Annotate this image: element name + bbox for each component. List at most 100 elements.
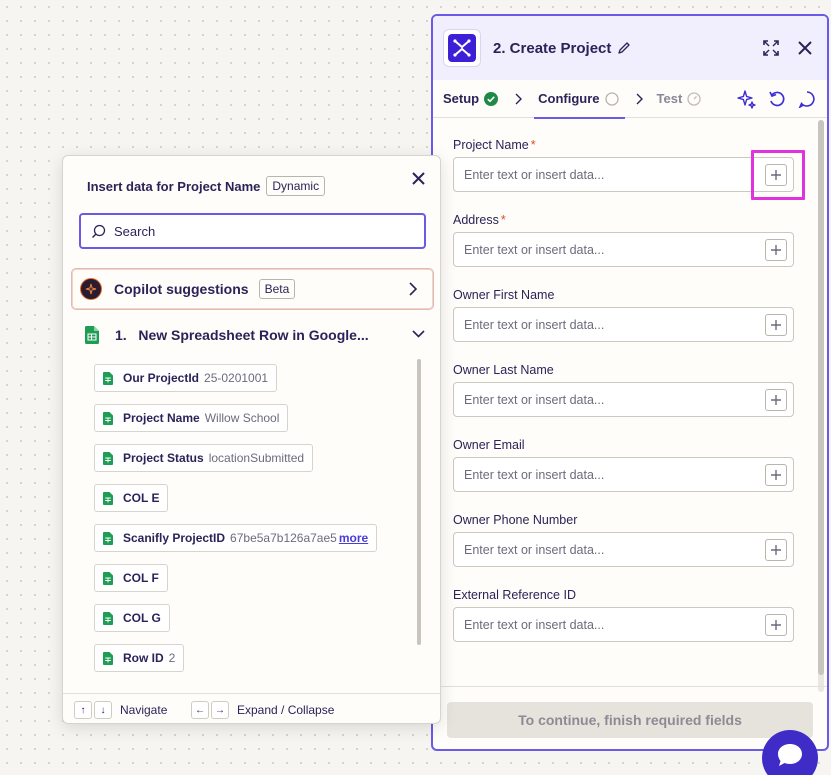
list-scrollbar[interactable] [417, 359, 421, 645]
comment-icon[interactable] [797, 89, 817, 109]
address-input[interactable] [464, 242, 744, 257]
plus-icon [771, 395, 781, 405]
copilot-icon [80, 278, 102, 300]
insert-data-button[interactable] [765, 239, 787, 261]
undo-icon[interactable] [767, 89, 787, 109]
item-key: COL G [123, 611, 161, 625]
item-key: COL F [123, 571, 159, 585]
google-sheets-icon [103, 451, 113, 465]
owner-phone-input-box [453, 532, 794, 567]
trigger-group-header[interactable]: 1. New Spreadsheet Row in Google... [85, 326, 425, 344]
close-icon[interactable] [795, 38, 815, 58]
check-circle-icon [484, 91, 499, 106]
tab-test-label: Test [656, 91, 683, 106]
app-logo [443, 29, 481, 67]
insert-data-popover: Insert data for Project Name Dynamic Cop… [62, 155, 441, 724]
data-item[interactable]: Scanifly ProjectID 67be5a7b126a7ae5 more [94, 524, 378, 552]
data-item[interactable]: Project Name Willow School [94, 404, 289, 432]
insert-data-button[interactable] [765, 389, 787, 411]
step-header: 2. Create Project [433, 16, 827, 80]
owner-phone-input[interactable] [464, 542, 744, 557]
ai-sparkle-icon[interactable] [737, 89, 757, 109]
field-address: Address * [453, 213, 807, 288]
required-marker: * [530, 138, 536, 152]
edit-pencil-icon[interactable] [617, 41, 631, 55]
data-item[interactable]: COL F [94, 564, 168, 592]
form-scrollbar-thumb[interactable] [818, 120, 824, 675]
tab-test[interactable]: Test [657, 80, 702, 118]
step-title[interactable]: 2. Create Project [493, 40, 611, 57]
plus-icon [771, 545, 781, 555]
insert-data-button[interactable] [765, 614, 787, 636]
owner-email-input[interactable] [464, 467, 744, 482]
navigate-label: Navigate [120, 703, 168, 717]
external-reference-input[interactable] [464, 617, 744, 632]
owner-first-name-input[interactable] [464, 317, 744, 332]
google-sheets-icon [103, 491, 113, 505]
data-item[interactable]: Row ID 2 [94, 644, 185, 672]
google-sheets-icon [103, 531, 113, 545]
field-owner-phone-number: Owner Phone Number [453, 513, 807, 588]
item-key: Project Name [123, 411, 200, 425]
mode-badge[interactable]: Dynamic [266, 176, 326, 196]
group-title: New Spreadsheet Row in Google... [138, 327, 369, 343]
data-item[interactable]: COL G [94, 604, 170, 632]
google-sheets-icon [85, 326, 99, 344]
insert-data-button[interactable] [765, 464, 787, 486]
field-label: Owner First Name [453, 288, 555, 302]
owner-last-name-input[interactable] [464, 392, 744, 407]
google-sheets-icon [103, 651, 113, 665]
field-owner-last-name: Owner Last Name [453, 363, 807, 438]
item-key: Our ProjectId [123, 371, 200, 385]
project-name-input[interactable] [464, 167, 744, 182]
step-tabs: Setup Configure Test [433, 80, 827, 119]
divider [63, 693, 440, 694]
google-sheets-icon [103, 611, 113, 625]
divider [433, 686, 827, 687]
tab-setup[interactable]: Setup [443, 80, 499, 118]
arrow-left-key: ← [191, 701, 209, 719]
pending-circle-icon [604, 91, 619, 106]
close-icon[interactable] [408, 168, 428, 188]
popover-title: Insert data for Project Name [87, 178, 261, 194]
insert-data-button[interactable] [765, 314, 787, 336]
continue-button[interactable]: To continue, finish required fields [447, 702, 813, 738]
item-key: Project Status [123, 451, 204, 465]
data-item[interactable]: Our ProjectId 25-0201001 [94, 364, 278, 392]
beta-badge: Beta [258, 279, 296, 299]
field-label: External Reference ID [453, 588, 576, 602]
chevron-right-icon [635, 93, 643, 105]
expand-hint: ← → Expand / Collapse [191, 701, 334, 719]
field-external-reference-id: External Reference ID [453, 588, 807, 663]
item-key: Row ID [123, 651, 164, 665]
app-logo-icon [453, 39, 471, 57]
tab-configure[interactable]: Configure [534, 80, 625, 119]
data-item[interactable]: Project Status locationSubmitted [94, 444, 314, 472]
data-item[interactable]: COL E [94, 484, 169, 512]
search-icon [92, 224, 106, 238]
arrow-up-key: ↑ [74, 701, 92, 719]
copilot-suggestions-row[interactable]: Copilot suggestions Beta [71, 268, 434, 310]
more-link[interactable]: more [339, 531, 368, 545]
search-input[interactable] [114, 223, 414, 239]
field-label: Owner Phone Number [453, 513, 578, 527]
item-value: Willow School [204, 411, 280, 425]
item-value: 25-0201001 [204, 371, 269, 385]
expand-icon[interactable] [761, 38, 781, 58]
plus-icon [771, 245, 781, 255]
copilot-label: Copilot suggestions [114, 281, 249, 297]
test-gauge-icon [687, 91, 701, 106]
required-marker: * [500, 213, 506, 227]
insert-data-button[interactable] [765, 539, 787, 561]
chevron-down-icon[interactable] [412, 329, 425, 338]
tab-setup-label: Setup [443, 91, 480, 106]
external-reference-input-box [453, 607, 794, 642]
google-sheets-icon [103, 571, 113, 585]
search-box [79, 213, 426, 249]
group-number: 1. [115, 327, 127, 343]
owner-last-name-input-box [453, 382, 794, 417]
item-value: 2 [168, 651, 176, 665]
item-value: 67be5a7b126a7ae5 [230, 531, 337, 545]
field-label: Owner Email [453, 438, 525, 452]
item-key: Scanifly ProjectID [123, 531, 226, 545]
